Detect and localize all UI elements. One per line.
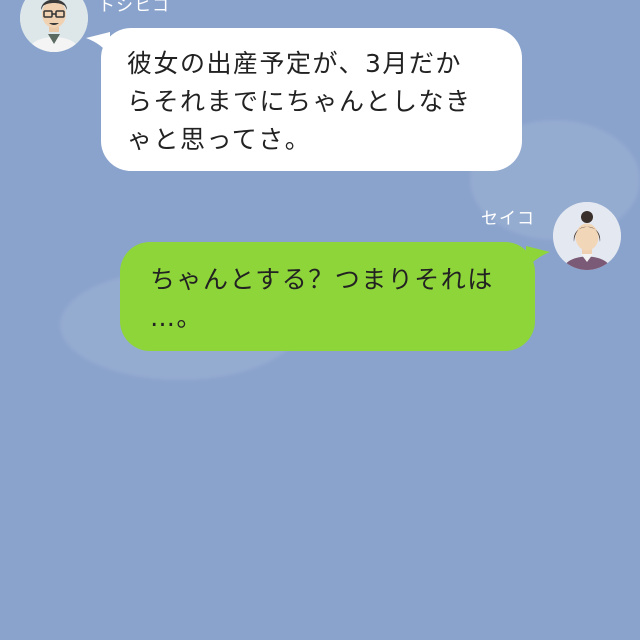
outgoing-message-bubble[interactable]: ちゃんとする？つまりそれは …。 <box>120 242 535 351</box>
man-with-glasses-avatar-icon[interactable] <box>20 0 88 52</box>
message-line: ゃと思ってさ。 <box>127 125 312 154</box>
sender-name: トシヒコ <box>98 0 170 16</box>
message-line: …。 <box>150 303 204 332</box>
incoming-message-bubble[interactable]: 彼女の出産予定が、3月だか らそれまでにちゃんとしなき ゃと思ってさ。 <box>101 28 522 171</box>
woman-with-bun-avatar-icon[interactable] <box>553 202 621 270</box>
message-line: 彼女の出産予定が、3月だか <box>127 49 462 78</box>
message-line: ちゃんとする？つまりそれは <box>150 265 494 294</box>
chat-area[interactable]: トシヒコ 彼女の出産予定が、3月だか らそれまでにちゃんとしなき ゃと思ってさ。… <box>0 0 640 640</box>
sender-name: セイコ <box>481 209 535 229</box>
message-line: らそれまでにちゃんとしなき <box>127 87 472 116</box>
